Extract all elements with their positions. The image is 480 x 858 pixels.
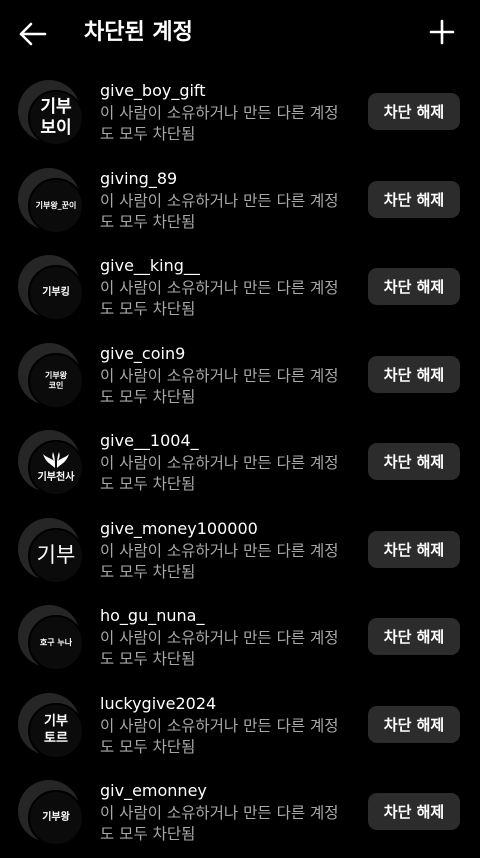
avatar-image: 기부킹 <box>28 265 84 321</box>
avatar-image: 기부 <box>28 527 84 584</box>
avatar-image: 기부왕 <box>28 790 84 846</box>
unblock-button[interactable]: 차단 해제 <box>368 93 460 130</box>
avatar-text: 기부왕 코인 <box>44 370 68 390</box>
avatar[interactable]: 기부천사 <box>18 430 88 500</box>
plus-icon <box>429 19 455 45</box>
account-info: luckygive2024 이 사람이 소유하거나 만든 다른 계정도 모두 차… <box>100 693 350 758</box>
blocked-accounts-screen: 차단된 계정 기부 보이 give_boy_gift 이 사람이 소유하거나 만… <box>0 0 480 858</box>
avatar[interactable]: 기부왕 <box>18 780 88 850</box>
block-description: 이 사람이 소유하거나 만든 다른 계정도 모두 차단됨 <box>100 104 339 143</box>
avatar-text: 기부천사 <box>37 471 75 483</box>
account-info: give__1004_ 이 사람이 소유하거나 만든 다른 계정도 모두 차단됨 <box>100 430 350 495</box>
blocked-account-row: 기부 give_money100000 이 사람이 소유하거나 만든 다른 계정… <box>0 512 480 600</box>
account-info: giving_89 이 사람이 소유하거나 만든 다른 계정도 모두 차단됨 <box>100 168 350 233</box>
username[interactable]: give__king__ <box>100 255 350 277</box>
block-description: 이 사람이 소유하거나 만든 다른 계정도 모두 차단됨 <box>100 541 339 581</box>
unblock-button[interactable]: 차단 해제 <box>368 180 460 218</box>
back-button[interactable] <box>14 16 50 52</box>
avatar[interactable]: 기부왕 코인 <box>18 342 88 413</box>
header: 차단된 계정 <box>0 0 480 66</box>
arrow-left-icon <box>19 22 47 46</box>
account-info: give_boy_gift 이 사람이 소유하거나 만든 다른 계정도 모두 차… <box>100 80 350 145</box>
avatar-image: 호구 누나 <box>28 615 84 671</box>
unblock-button[interactable]: 차단 해제 <box>368 355 460 393</box>
blocked-accounts-list: 기부 보이 give_boy_gift 이 사람이 소유하거나 만든 다른 계정… <box>0 74 480 858</box>
account-info: giv_emonney 이 사람이 소유하거나 만든 다른 계정도 모두 차단됨 <box>100 780 350 845</box>
avatar-image: 기부 토르 <box>28 702 84 759</box>
avatar-image: 기부왕_꾼이 <box>28 177 84 234</box>
angel-wings-icon <box>43 451 69 468</box>
username[interactable]: ho_gu_nuna_ <box>100 605 350 627</box>
avatar[interactable]: 기부 <box>18 517 88 588</box>
avatar[interactable]: 기부왕_꾼이 <box>18 167 88 238</box>
username[interactable]: give_boy_gift <box>100 80 350 102</box>
blocked-account-row: 기부천사 give__1004_ 이 사람이 소유하거나 만든 다른 계정도 모… <box>0 424 480 512</box>
block-description: 이 사람이 소유하거나 만든 다른 계정도 모두 차단됨 <box>100 454 339 493</box>
unblock-button[interactable]: 차단 해제 <box>368 705 460 743</box>
blocked-account-row: 기부왕 코인 give_coin9 이 사람이 소유하거나 만든 다른 계정도 … <box>0 337 480 425</box>
avatar-text: 기부 보이 <box>40 96 72 138</box>
username[interactable]: giv_emonney <box>100 780 350 802</box>
account-info: give__king__ 이 사람이 소유하거나 만든 다른 계정도 모두 차단… <box>100 255 350 320</box>
blocked-account-row: 기부왕_꾼이 giving_89 이 사람이 소유하거나 만든 다른 계정도 모… <box>0 162 480 250</box>
avatar[interactable]: 기부 토르 <box>18 692 88 763</box>
unblock-button[interactable]: 차단 해제 <box>368 268 460 305</box>
avatar[interactable]: 호구 누나 <box>18 605 88 675</box>
block-description: 이 사람이 소유하거나 만든 다른 계정도 모두 차단됨 <box>100 279 339 318</box>
account-info: give_money100000 이 사람이 소유하거나 만든 다른 계정도 모… <box>100 518 350 583</box>
avatar-text: 기부왕_꾼이 <box>35 200 77 210</box>
blocked-account-row: 기부킹 give__king__ 이 사람이 소유하거나 만든 다른 계정도 모… <box>0 249 480 337</box>
block-description: 이 사람이 소유하거나 만든 다른 계정도 모두 차단됨 <box>100 629 339 668</box>
username[interactable]: luckygive2024 <box>100 693 350 715</box>
block-description: 이 사람이 소유하거나 만든 다른 계정도 모두 차단됨 <box>100 804 339 843</box>
avatar-image: 기부왕 코인 <box>28 352 84 409</box>
blocked-account-row: 기부 보이 give_boy_gift 이 사람이 소유하거나 만든 다른 계정… <box>0 74 480 162</box>
block-description: 이 사람이 소유하거나 만든 다른 계정도 모두 차단됨 <box>100 716 339 756</box>
avatar-text: 기부 토르 <box>44 714 68 746</box>
unblock-button[interactable]: 차단 해제 <box>368 530 460 568</box>
avatar-image: 기부 보이 <box>28 90 84 146</box>
blocked-account-row: 기부왕 giv_emonney 이 사람이 소유하거나 만든 다른 계정도 모두… <box>0 774 480 858</box>
blocked-account-row: 호구 누나 ho_gu_nuna_ 이 사람이 소유하거나 만든 다른 계정도 … <box>0 599 480 687</box>
avatar-image: 기부천사 <box>28 440 84 496</box>
username[interactable]: give_money100000 <box>100 518 350 540</box>
blocked-account-row: 기부 토르 luckygive2024 이 사람이 소유하거나 만든 다른 계정… <box>0 687 480 775</box>
page-title: 차단된 계정 <box>84 20 193 45</box>
block-description: 이 사람이 소유하거나 만든 다른 계정도 모두 차단됨 <box>100 191 339 231</box>
avatar-text: 기부 <box>36 543 76 568</box>
unblock-button[interactable]: 차단 해제 <box>368 793 460 830</box>
username[interactable]: give__1004_ <box>100 430 350 452</box>
avatar[interactable]: 기부킹 <box>18 255 88 325</box>
block-description: 이 사람이 소유하거나 만든 다른 계정도 모두 차단됨 <box>100 366 339 406</box>
avatar[interactable]: 기부 보이 <box>18 80 88 150</box>
unblock-button[interactable]: 차단 해제 <box>368 618 460 655</box>
avatar-text: 기부왕 <box>42 811 70 823</box>
avatar-text: 호구 누나 <box>39 638 73 647</box>
avatar-text: 기부킹 <box>42 286 70 298</box>
unblock-button[interactable]: 차단 해제 <box>368 443 460 480</box>
username[interactable]: giving_89 <box>100 168 350 190</box>
username[interactable]: give_coin9 <box>100 343 350 365</box>
account-info: ho_gu_nuna_ 이 사람이 소유하거나 만든 다른 계정도 모두 차단됨 <box>100 605 350 670</box>
account-info: give_coin9 이 사람이 소유하거나 만든 다른 계정도 모두 차단됨 <box>100 343 350 408</box>
add-button[interactable] <box>424 14 460 50</box>
